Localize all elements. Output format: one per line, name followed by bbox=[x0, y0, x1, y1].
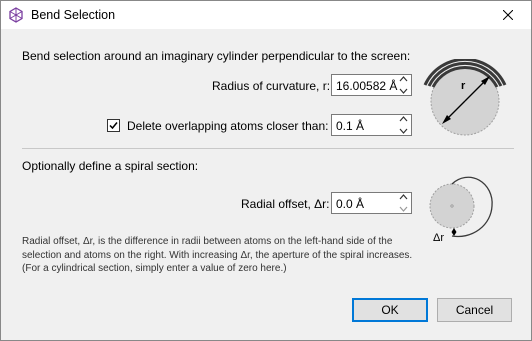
delta-r-symbol: Δr bbox=[433, 232, 444, 244]
radius-label: Radius of curvature, r: bbox=[212, 79, 331, 93]
title-bar: Bend Selection bbox=[1, 1, 531, 29]
cylinder-bend-diagram: r bbox=[423, 59, 507, 136]
spin-up-icon[interactable] bbox=[399, 76, 408, 82]
radius-stepper[interactable]: 16.00582 Å bbox=[331, 74, 412, 96]
delete-overlap-stepper[interactable]: 0.1 Å bbox=[331, 114, 412, 136]
checkmark-icon bbox=[109, 122, 118, 130]
spin-down-icon[interactable] bbox=[399, 88, 408, 94]
bend-heading: Bend selection around an imaginary cylin… bbox=[22, 49, 411, 63]
radial-offset-description: Radial offset, Δr, is the difference in … bbox=[22, 236, 413, 274]
radial-offset-input[interactable]: 0.0 Å bbox=[336, 197, 364, 211]
delete-overlap-checkbox[interactable] bbox=[107, 119, 120, 132]
spiral-heading: Optionally define a spiral section: bbox=[22, 159, 199, 173]
spin-down-icon[interactable] bbox=[399, 206, 408, 212]
close-button[interactable] bbox=[485, 1, 531, 29]
delete-overlap-input[interactable]: 0.1 Å bbox=[336, 119, 364, 133]
window-title: Bend Selection bbox=[31, 8, 116, 22]
bend-selection-dialog: Bend Selection Bend selection around an … bbox=[0, 0, 532, 341]
spin-down-icon[interactable] bbox=[399, 128, 408, 134]
radial-offset-label: Radial offset, Δr: bbox=[241, 197, 330, 211]
radial-offset-stepper[interactable]: 0.0 Å bbox=[331, 192, 412, 214]
section-divider bbox=[22, 148, 514, 149]
spiral-diagram: Δr bbox=[429, 176, 493, 244]
spin-up-icon[interactable] bbox=[399, 194, 408, 200]
delete-overlap-label: Delete overlapping atoms closer than: bbox=[127, 119, 329, 133]
radius-input[interactable]: 16.00582 Å bbox=[336, 79, 397, 93]
app-icon bbox=[8, 7, 24, 23]
radius-symbol: r bbox=[461, 80, 466, 92]
close-icon bbox=[503, 10, 513, 20]
ok-button[interactable]: OK bbox=[352, 298, 428, 322]
spin-up-icon[interactable] bbox=[399, 116, 408, 122]
cancel-button[interactable]: Cancel bbox=[437, 298, 512, 322]
